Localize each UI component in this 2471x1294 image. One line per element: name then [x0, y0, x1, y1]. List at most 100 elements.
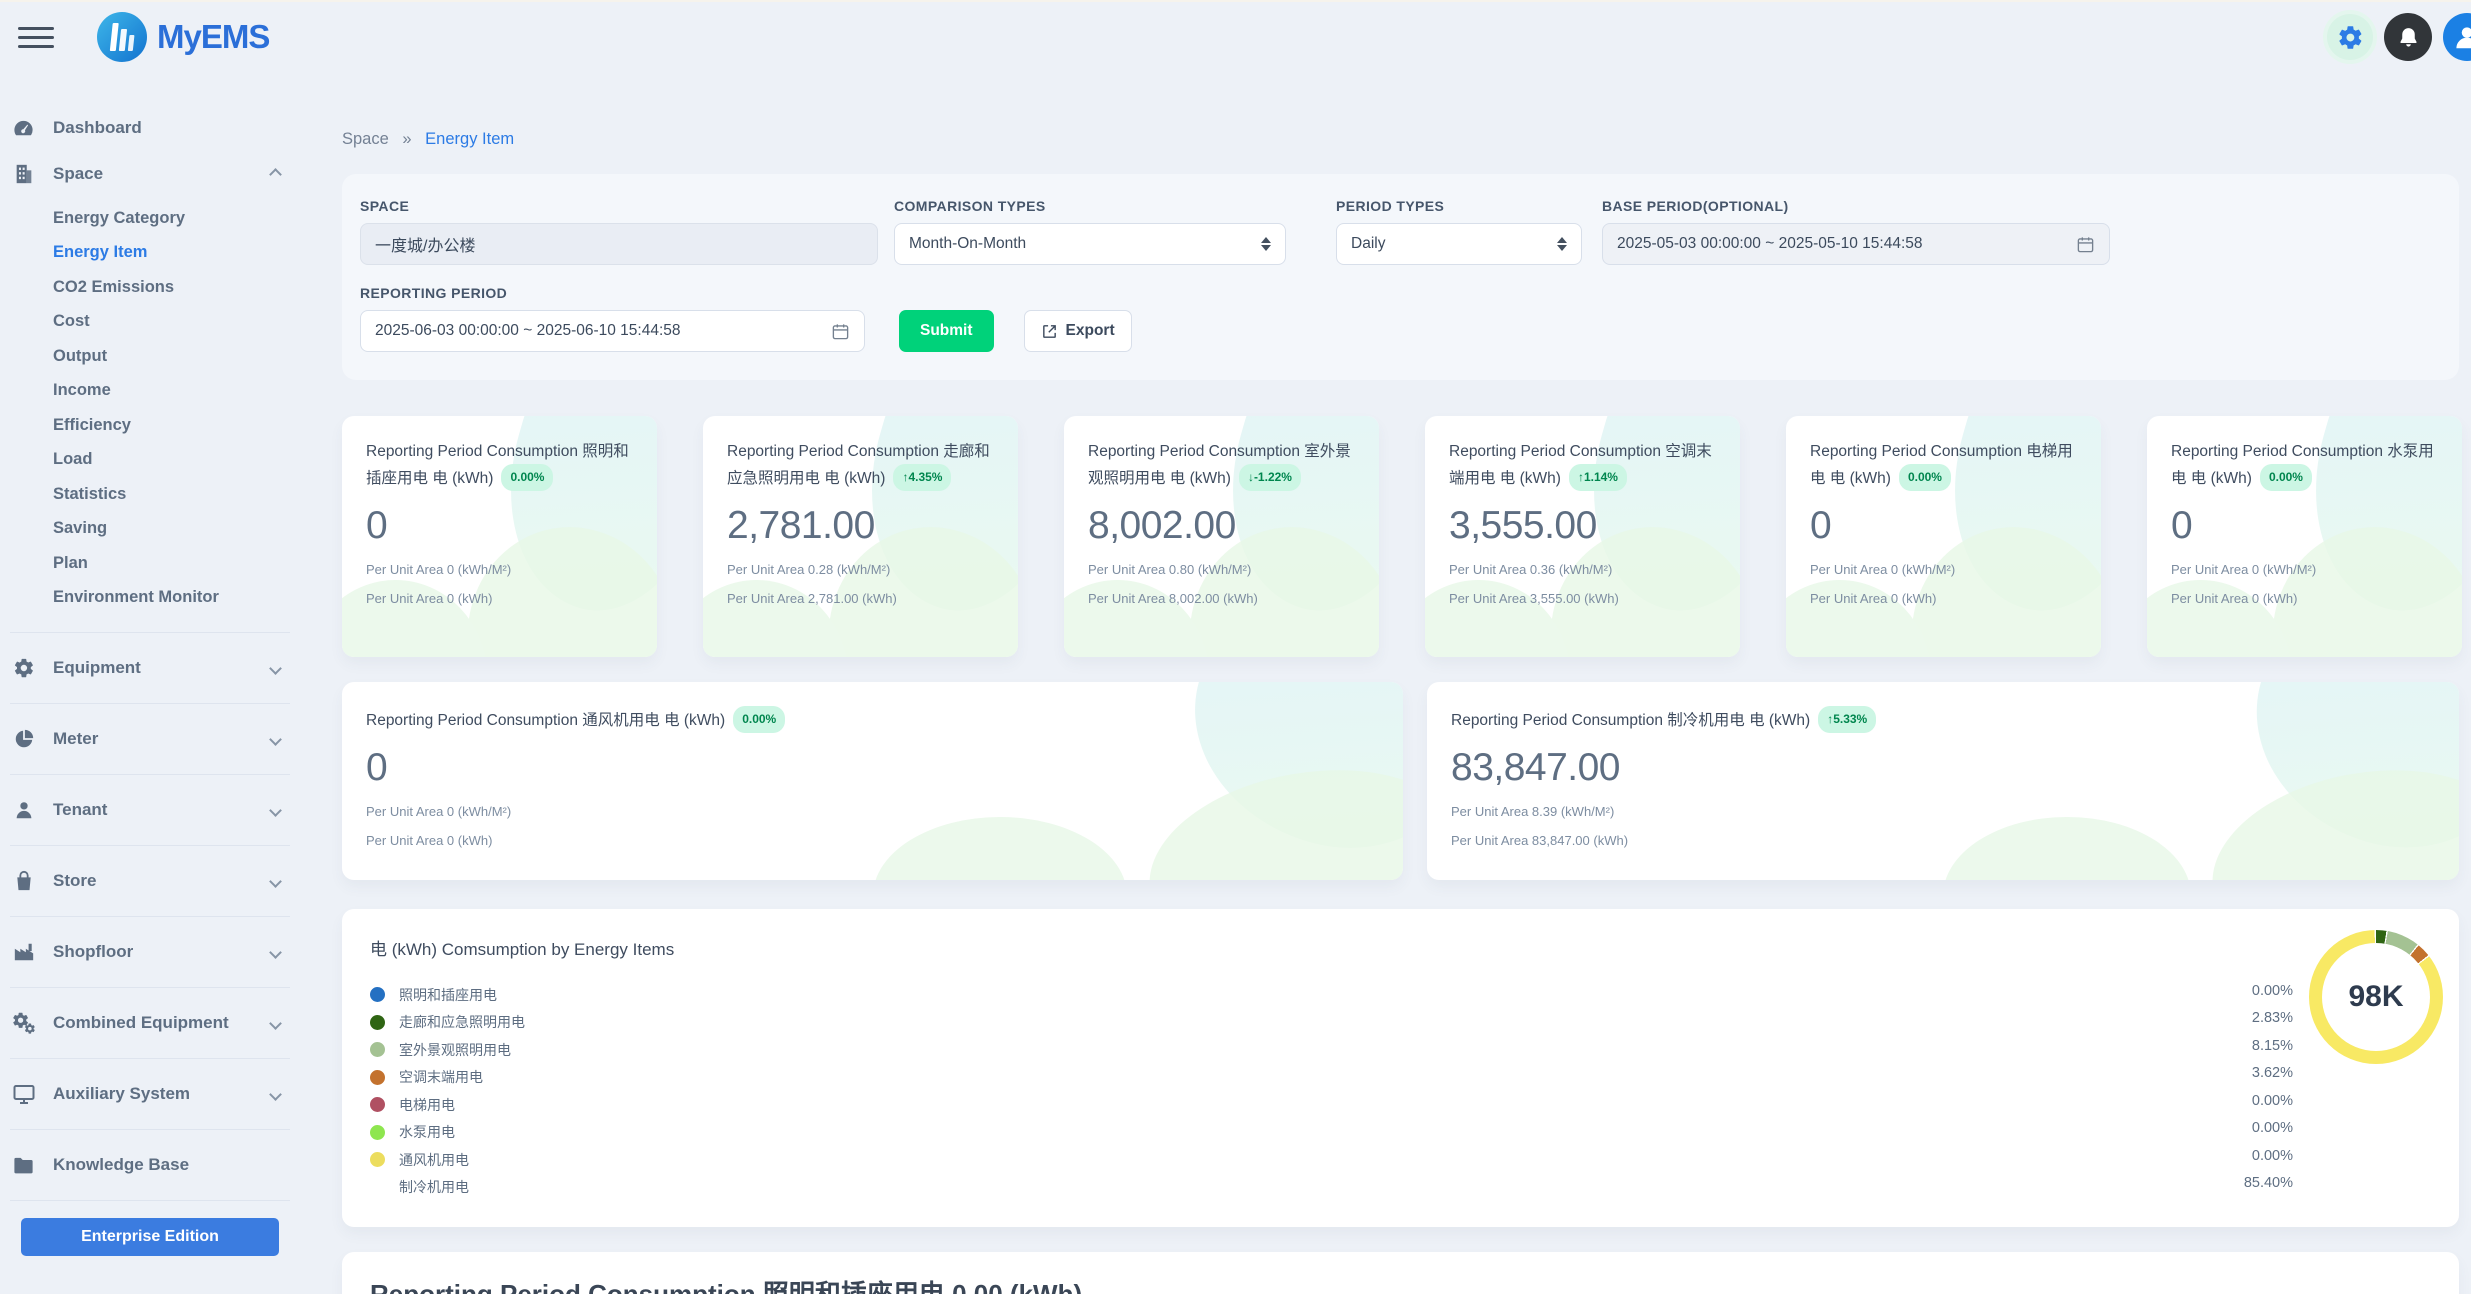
- per-unit-area-line1: Per Unit Area 0.28 (kWh/M²): [727, 562, 994, 577]
- trend-badge: ↑5.33%: [1818, 706, 1876, 733]
- space-input[interactable]: [375, 235, 863, 253]
- sidebar-subitem[interactable]: Saving: [10, 512, 290, 547]
- bell-icon: [2396, 25, 2421, 50]
- energy-items-chart-card: 电 (kWh) Comsumption by Energy Items 照明和插…: [342, 909, 2459, 1227]
- per-unit-area-line2: Per Unit Area 0 (kWh): [2171, 591, 2438, 606]
- divider: [10, 774, 290, 775]
- sidebar-item-label: Space: [53, 164, 103, 184]
- reporting-period-field: REPORTING PERIOD 2025-06-03 00:00:00 ~ 2…: [360, 285, 865, 352]
- sidebar-subitem-label: Income: [53, 381, 111, 400]
- trend-badge: ↑1.14%: [1569, 464, 1627, 491]
- legend-item[interactable]: 电梯用电: [370, 1091, 2431, 1119]
- period-select[interactable]: Daily: [1336, 223, 1582, 265]
- sidebar-item-space[interactable]: Space: [10, 156, 290, 192]
- sidebar-item-dashboard[interactable]: Dashboard: [10, 110, 290, 146]
- sidebar-item-label: Auxiliary System: [53, 1084, 190, 1104]
- summary-card: Reporting Period Consumption 通风机用电 电 (kW…: [342, 682, 1403, 880]
- summary-cards-row2: Reporting Period Consumption 通风机用电 电 (kW…: [342, 682, 2471, 880]
- trend-badge: ↑4.35%: [893, 464, 951, 491]
- space-label: SPACE: [360, 198, 878, 214]
- percent-value: 8.15%: [2244, 1032, 2293, 1060]
- chart-legend: 照明和插座用电 走廊和应急照明用电 室外景观照明用电 空调末端用电: [370, 981, 2431, 1201]
- summary-card: Reporting Period Consumption 走廊和应急照明用电 电…: [703, 416, 1018, 657]
- legend-item[interactable]: 照明和插座用电: [370, 981, 2431, 1009]
- per-unit-area-line2: Per Unit Area 8,002.00 (kWh): [1088, 591, 1355, 606]
- sidebar-subitem[interactable]: Energy Item: [10, 236, 290, 271]
- donut-chart[interactable]: 98K: [2309, 930, 2443, 1064]
- factory-icon: [10, 941, 37, 963]
- chevron-down-icon: [269, 875, 282, 888]
- trend-badge: 0.00%: [2260, 464, 2312, 491]
- sidebar-item-shopfloor[interactable]: Shopfloor: [10, 934, 290, 970]
- user-icon: [10, 799, 37, 821]
- donut-center-label: 98K: [2348, 980, 2403, 1014]
- top-navbar: MyEMS: [0, 2, 2471, 72]
- legend-item[interactable]: 制冷机用电: [370, 1174, 2431, 1202]
- sidebar-item-auxiliary-system[interactable]: Auxiliary System: [10, 1076, 290, 1112]
- sidebar-item-label: Meter: [53, 729, 98, 749]
- legend-item[interactable]: 走廊和应急照明用电: [370, 1009, 2431, 1037]
- breadcrumb-current[interactable]: Energy Item: [425, 130, 514, 148]
- sidebar-item-meter[interactable]: Meter: [10, 721, 290, 757]
- sidebar-item-combined-equipment[interactable]: Combined Equipment: [10, 1005, 290, 1041]
- legend-item[interactable]: 水泵用电: [370, 1119, 2431, 1147]
- breadcrumb-parent[interactable]: Space: [342, 130, 389, 148]
- legend-label: 电梯用电: [399, 1095, 455, 1115]
- sidebar-subitem[interactable]: Statistics: [10, 477, 290, 512]
- export-icon: [1041, 323, 1058, 340]
- percent-value: 2.83%: [2244, 1005, 2293, 1033]
- sidebar-subitem[interactable]: Energy Category: [10, 201, 290, 236]
- chevron-up-icon: [269, 168, 282, 181]
- avatar[interactable]: [2443, 13, 2471, 61]
- submit-button[interactable]: Submit: [899, 310, 994, 352]
- sidebar-subitem[interactable]: Plan: [10, 546, 290, 581]
- sidebar-item-equipment[interactable]: Equipment: [10, 650, 290, 686]
- sidebar-item-label: Store: [53, 871, 96, 891]
- sidebar-subitem[interactable]: Cost: [10, 305, 290, 340]
- legend-item[interactable]: 空调末端用电: [370, 1064, 2431, 1092]
- sidebar-item-store[interactable]: Store: [10, 863, 290, 899]
- base-period-input[interactable]: 2025-05-03 00:00:00 ~ 2025-05-10 15:44:5…: [1602, 223, 2110, 265]
- card-value: 3,555.00: [1449, 504, 1716, 548]
- card-title: Reporting Period Consumption 通风机用电 电 (kW…: [366, 706, 1379, 733]
- legend-dot: [370, 1070, 385, 1085]
- reporting-period-input[interactable]: 2025-06-03 00:00:00 ~ 2025-06-10 15:44:5…: [360, 310, 865, 352]
- sidebar-item-tenant[interactable]: Tenant: [10, 792, 290, 828]
- per-unit-area-line2: Per Unit Area 3,555.00 (kWh): [1449, 591, 1716, 606]
- summary-cards-row1: Reporting Period Consumption 照明和插座用电 电 (…: [342, 416, 2471, 657]
- sidebar-subitem[interactable]: Output: [10, 339, 290, 374]
- myems-logo-icon: [96, 11, 148, 63]
- base-period-value: 2025-05-03 00:00:00 ~ 2025-05-10 15:44:5…: [1617, 235, 1923, 253]
- folder-icon: [10, 1154, 37, 1177]
- detail-chart-title: Reporting Period Consumption 照明和插座用电 0.0…: [370, 1274, 2431, 1294]
- sidebar-subitem-label: Load: [53, 450, 92, 469]
- divider: [10, 1129, 290, 1130]
- settings-button[interactable]: [2327, 14, 2373, 60]
- export-button[interactable]: Export: [1024, 310, 1132, 352]
- legend-label: 水泵用电: [399, 1122, 455, 1142]
- sidebar-item-label: Combined Equipment: [53, 1013, 229, 1033]
- export-label: Export: [1066, 322, 1115, 340]
- sidebar-subitem[interactable]: Income: [10, 374, 290, 409]
- comparison-value: Month-On-Month: [909, 235, 1026, 253]
- hamburger-icon[interactable]: [18, 15, 56, 60]
- enterprise-edition-button[interactable]: Enterprise Edition: [21, 1218, 279, 1256]
- sidebar-subitem[interactable]: Environment Monitor: [10, 581, 290, 616]
- sidebar-subitem[interactable]: CO2 Emissions: [10, 270, 290, 305]
- sidebar-subitem-label: Energy Category: [53, 209, 185, 228]
- sidebar-subitem-label: Energy Item: [53, 243, 147, 262]
- brand-name: MyEMS: [157, 18, 269, 56]
- brand-logo[interactable]: MyEMS: [96, 11, 269, 63]
- percent-value: 0.00%: [2244, 1142, 2293, 1170]
- per-unit-area-line2: Per Unit Area 83,847.00 (kWh): [1451, 833, 2435, 848]
- summary-card: Reporting Period Consumption 室外景观照明用电 电 …: [1064, 416, 1379, 657]
- legend-item[interactable]: 通风机用电: [370, 1146, 2431, 1174]
- sidebar-subitem[interactable]: Efficiency: [10, 408, 290, 443]
- card-value: 0: [366, 746, 1379, 790]
- legend-item[interactable]: 室外景观照明用电: [370, 1036, 2431, 1064]
- comparison-select[interactable]: Month-On-Month: [894, 223, 1286, 265]
- sidebar-subitem[interactable]: Load: [10, 443, 290, 478]
- notifications-button[interactable]: [2384, 13, 2432, 61]
- sidebar-item-knowledge-base[interactable]: Knowledge Base: [10, 1147, 290, 1183]
- reporting-period-label: REPORTING PERIOD: [360, 285, 865, 301]
